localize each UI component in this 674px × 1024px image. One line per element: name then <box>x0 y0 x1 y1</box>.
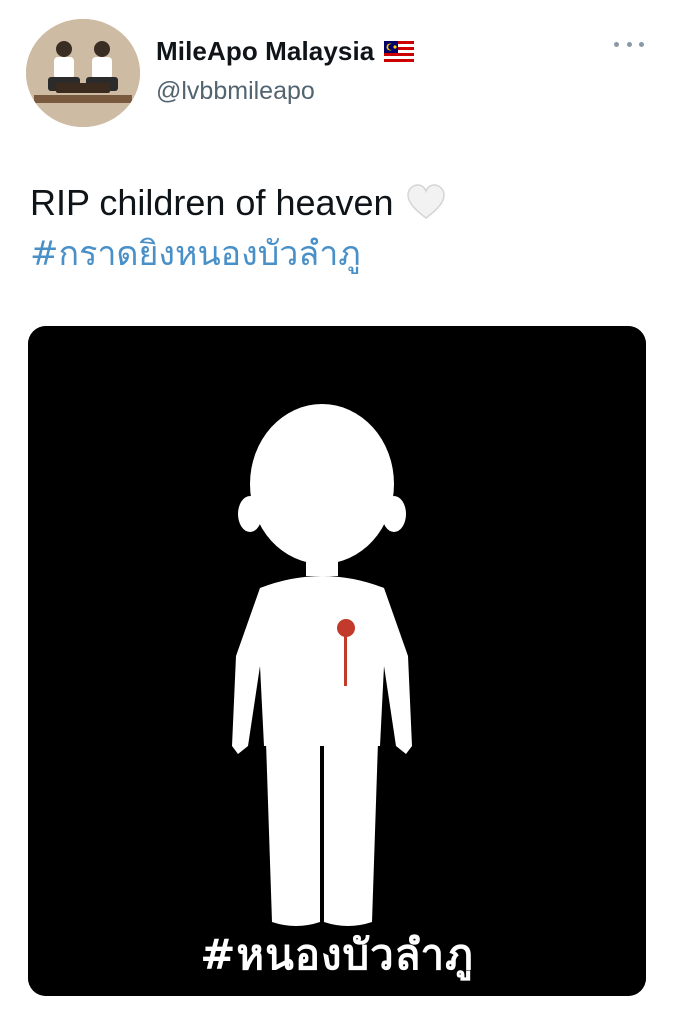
dot <box>639 41 644 47</box>
tweet-author: MileApo Malaysia @lvbbmileapo <box>156 36 415 106</box>
child-silhouette-illustration <box>28 326 646 996</box>
malaysia-flag-icon <box>384 40 415 63</box>
tweet-body: RIP children of heaven <box>30 182 394 223</box>
tweet-text-line: RIP children of heaven <box>30 178 650 228</box>
tweet-media-image[interactable] <box>28 326 646 996</box>
tweet-card: MileApo Malaysia @lvbbmileapo RIP childr… <box>0 0 674 1024</box>
author-display-name[interactable]: MileApo Malaysia <box>156 36 374 67</box>
more-options-icon[interactable] <box>614 36 644 52</box>
avatar[interactable] <box>26 19 140 127</box>
hashtag-link[interactable]: #กราดยิงหนองบัวลำภู <box>30 234 361 274</box>
dot <box>626 41 632 47</box>
white-heart-icon <box>406 183 446 223</box>
media-caption-hashtag: #หนองบัวลำภู <box>200 930 474 979</box>
dot <box>614 41 619 47</box>
author-handle[interactable]: @lvbbmileapo <box>156 77 414 106</box>
tweet-text: RIP children of heaven #กราดยิงหนองบัวลำ… <box>30 178 650 279</box>
